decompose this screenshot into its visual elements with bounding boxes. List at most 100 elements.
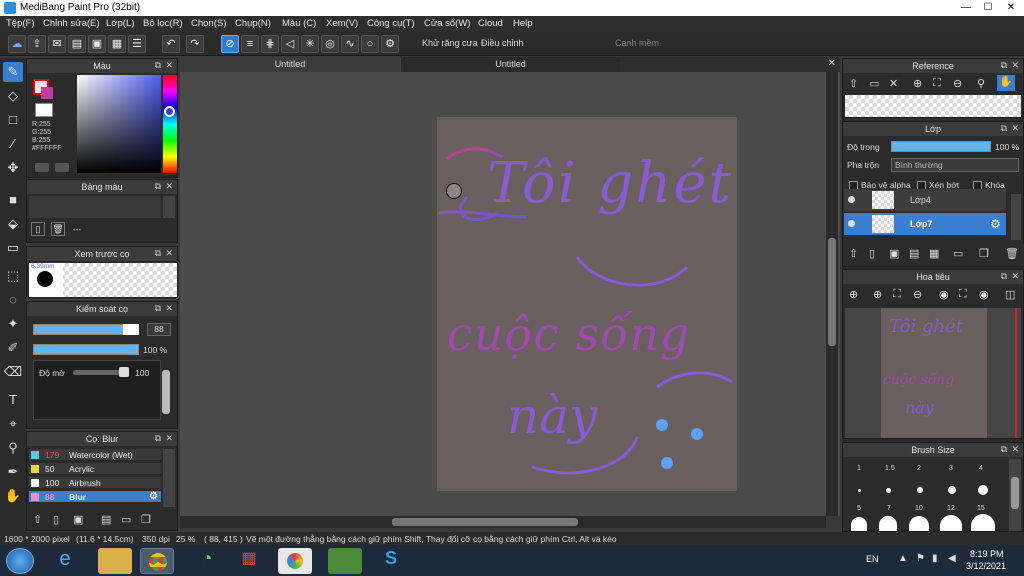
close-button[interactable]: ✕	[1000, 0, 1022, 16]
menu-window[interactable]: Cửa sổ(W)	[424, 18, 470, 29]
zoom-in-icon[interactable]: ⊕	[849, 288, 858, 301]
delete-palette-icon[interactable]: 🗑	[51, 222, 65, 236]
eraser-tool-icon[interactable]: ◇	[3, 86, 23, 106]
clock-date[interactable]: 3/12/2021	[966, 561, 1006, 571]
canvas-hscroll[interactable]	[180, 516, 826, 528]
layer-row-lop7[interactable]: Lớp7 ⚙	[844, 213, 1006, 235]
eye-icon[interactable]	[848, 220, 855, 227]
size-dot[interactable]	[909, 516, 929, 531]
menu-help[interactable]: Help	[513, 18, 533, 29]
transparent-swatch[interactable]	[35, 103, 53, 117]
opacity-slider[interactable]	[33, 344, 139, 355]
volume-icon[interactable]: ◀	[948, 553, 956, 564]
size-dot[interactable]	[917, 487, 923, 493]
panel-close-icon[interactable]: ✕	[1011, 123, 1019, 134]
folder-icon[interactable]: ▭	[953, 247, 963, 260]
menu-cloud[interactable]: Cloud	[478, 18, 503, 29]
hue-handle[interactable]	[164, 106, 175, 117]
save-icon[interactable]: ▣	[88, 35, 106, 53]
new-layer-8bit-icon[interactable]: ▣	[889, 247, 899, 260]
delete-layer-icon[interactable]: 🗑	[1005, 247, 1019, 260]
panel-close-icon[interactable]: ✕	[1011, 271, 1019, 282]
palette-area[interactable]	[29, 196, 161, 218]
panel-close-icon[interactable]: ✕	[165, 303, 173, 314]
comment-icon[interactable]: ✉	[48, 35, 66, 53]
panel-close-icon[interactable]: ✕	[1011, 444, 1019, 455]
select-eraser-icon[interactable]: ⌫	[3, 362, 23, 382]
undo-icon[interactable]: ↶	[162, 35, 180, 53]
no-ruler-icon[interactable]: ⊘	[221, 35, 239, 53]
network-icon[interactable]: ▮	[932, 553, 938, 564]
duplicate-icon[interactable]: ❐	[141, 513, 151, 526]
share-icon[interactable]: ⇪	[28, 35, 46, 53]
menu-snap[interactable]: Chụp(N)	[235, 18, 271, 29]
color-mode-icon[interactable]	[35, 163, 49, 172]
close-icon[interactable]: ✕	[889, 77, 898, 90]
layer-opacity-slider[interactable]	[891, 141, 991, 152]
paint-icon[interactable]: ▦	[232, 548, 266, 574]
blur-slider[interactable]	[73, 370, 125, 375]
panel-float-icon[interactable]: ⧉	[1001, 123, 1007, 134]
divide-tool-icon[interactable]: ⌖	[3, 414, 23, 434]
hand-tool-icon[interactable]: ✋	[3, 486, 23, 506]
zoom-in-icon[interactable]: ⊕	[913, 77, 922, 90]
canvas-vscroll[interactable]	[826, 72, 838, 516]
panel-float-icon[interactable]: ⧉	[1001, 60, 1007, 71]
brush-size-scrollbar[interactable]	[1009, 459, 1021, 531]
language-indicator[interactable]: EN	[866, 554, 879, 564]
hand-icon[interactable]: ✋	[997, 75, 1015, 91]
size-slider-handle[interactable]	[123, 324, 139, 335]
circle-ruler-icon[interactable]: ○	[361, 35, 379, 53]
copy-brush-icon[interactable]: ▤	[101, 513, 111, 526]
pen-tool-icon[interactable]: ✒	[3, 462, 23, 482]
brush-size-scroll-thumb[interactable]	[1011, 477, 1019, 509]
size-dot[interactable]	[858, 489, 861, 492]
reference-area[interactable]	[845, 95, 1021, 117]
list-icon[interactable]: ☰	[128, 35, 146, 53]
secondary-color-swatch[interactable]	[41, 87, 53, 99]
app-icon-green[interactable]: ◔	[190, 548, 224, 574]
text-tool-icon[interactable]: T	[3, 390, 23, 410]
chrome-icon[interactable]	[140, 548, 174, 574]
radial-icon[interactable]: ✳	[301, 35, 319, 53]
folder-icon[interactable]: ▭	[121, 513, 131, 526]
clock-time[interactable]: 8:19 PM	[970, 549, 1004, 559]
eye-icon[interactable]	[848, 196, 855, 203]
gear-icon[interactable]: ⚙	[149, 491, 158, 503]
saturation-value-picker[interactable]	[77, 75, 161, 173]
gear-icon[interactable]: ⚙	[990, 217, 1001, 231]
lasso-icon[interactable]: ◌	[3, 290, 23, 310]
navigator-preview[interactable]: Tôi ghét cuộc sống này	[845, 308, 1021, 438]
reset-view-icon[interactable]: ◫	[1005, 288, 1015, 301]
menu-color[interactable]: Màu (C)	[282, 18, 316, 29]
cloud-icon[interactable]: ☁	[8, 35, 26, 53]
curve-icon[interactable]: ∿	[341, 35, 359, 53]
skype-icon[interactable]: S	[374, 548, 408, 574]
ie-icon[interactable]: e	[48, 548, 82, 574]
panel-close-icon[interactable]: ✕	[1011, 60, 1019, 71]
upload-icon[interactable]: ⇧	[849, 247, 858, 260]
perspective-icon[interactable]: ◁	[281, 35, 299, 53]
size-dot[interactable]	[940, 515, 962, 531]
panel-close-icon[interactable]: ✕	[165, 60, 173, 71]
zoom-out-icon[interactable]: ⊖	[953, 77, 962, 90]
size-dot[interactable]	[851, 517, 867, 531]
brush-list-scrollbar[interactable]	[163, 449, 175, 507]
new-layer-1bit-icon[interactable]: ▤	[909, 247, 919, 260]
blur-slider-handle[interactable]	[119, 367, 129, 377]
fill-rect-icon[interactable]: ■	[3, 190, 23, 210]
color-settings-icon[interactable]	[55, 163, 69, 172]
size-dot[interactable]	[886, 488, 891, 493]
minimize-button[interactable]: —	[955, 0, 977, 16]
concentric-icon[interactable]: ◎	[321, 35, 339, 53]
settings-icon[interactable]: ⚙	[381, 35, 399, 53]
panel-float-icon[interactable]: ⧉	[1001, 444, 1007, 455]
rotate-left-icon[interactable]: ◉	[939, 288, 949, 301]
medibang-icon[interactable]	[278, 548, 312, 574]
game-icon[interactable]	[328, 548, 362, 574]
tab-untitled-2[interactable]: Untitled	[400, 57, 620, 72]
redo-icon[interactable]: ↷	[186, 35, 204, 53]
panel-float-icon[interactable]: ⧉	[155, 433, 161, 444]
add-brush-icon[interactable]: ▣	[73, 513, 83, 526]
new-palette-icon[interactable]: ▯	[31, 222, 45, 236]
